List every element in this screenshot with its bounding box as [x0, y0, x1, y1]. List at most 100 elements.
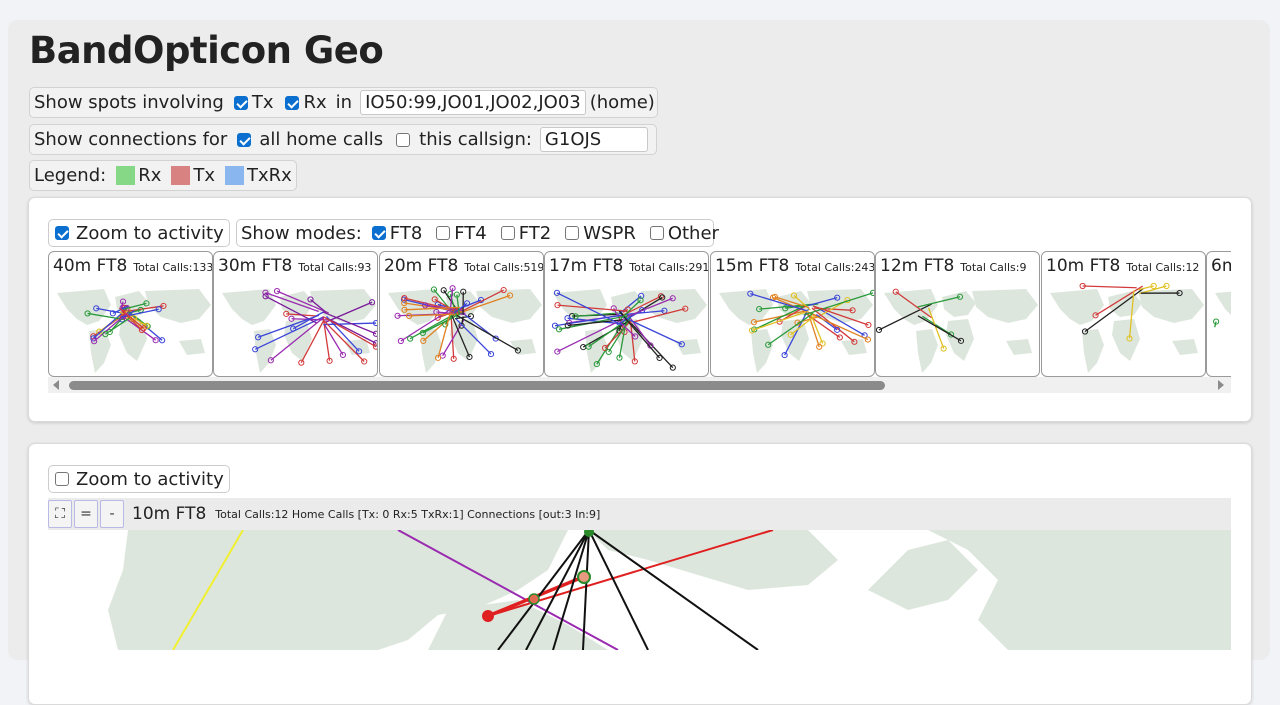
- band-thumb-10m[interactable]: 10m FT8Total Calls:12: [1041, 251, 1206, 377]
- band-overview-card: Zoom to activity Show modes: FT8 FT4 FT2…: [28, 197, 1252, 422]
- equals-icon: =: [80, 506, 92, 522]
- map-land: [1138, 289, 1204, 323]
- band-thumb-map: [545, 283, 709, 377]
- legend-label: Legend:: [34, 165, 106, 186]
- minus-icon: -: [109, 506, 114, 522]
- detail-map-toolbar: ⛶ = - 10m FT8 Total Calls:12 Home Calls …: [48, 498, 1231, 530]
- tx-checkbox[interactable]: [234, 96, 248, 110]
- band-thumb-map: [1042, 283, 1206, 377]
- station-marker[interactable]: [578, 571, 590, 583]
- map-land: [1006, 339, 1032, 355]
- fullscreen-button[interactable]: ⛶: [48, 500, 72, 528]
- band-thumb-title: 6m: [1211, 256, 1231, 276]
- map-land: [1082, 329, 1104, 373]
- legend-txrx-label: TxRx: [247, 165, 292, 186]
- band-thumb-title: 40m FT8: [53, 256, 127, 276]
- station-marker[interactable]: [529, 594, 539, 604]
- overview-zoom-toggle[interactable]: Zoom to activity: [48, 219, 230, 247]
- spots-filter-label: Show spots involving: [34, 92, 224, 113]
- map-land: [476, 289, 542, 323]
- thumbnail-scrollbar[interactable]: [48, 377, 1231, 393]
- scrollbar-thumb[interactable]: [69, 381, 885, 390]
- all-home-calls-checkbox[interactable]: [237, 133, 251, 147]
- band-thumbnail-strip[interactable]: 40m FT8 Total Calls:133 30m FT8Total Call…: [48, 251, 1231, 377]
- band-thumb-title: 15m FT8: [715, 256, 789, 276]
- scroll-left-icon[interactable]: [53, 380, 59, 390]
- band-thumb-title: 12m FT8: [880, 256, 954, 276]
- map-land: [972, 289, 1038, 323]
- band-thumb-calls: Total Calls:93: [298, 261, 371, 274]
- band-thumb-15m[interactable]: 15m FT8Total Calls:243: [710, 251, 875, 377]
- overview-zoom-checkbox[interactable]: [55, 226, 69, 240]
- band-thumb-20m[interactable]: 20m FT8 Total Calls:519: [379, 251, 544, 377]
- fullscreen-icon: ⛶: [55, 506, 65, 522]
- legend-tx-swatch: [171, 166, 190, 185]
- spot-marker: [340, 352, 345, 357]
- station-marker[interactable]: [482, 610, 494, 622]
- spot-marker: [160, 338, 165, 343]
- rx-checkbox[interactable]: [285, 96, 299, 110]
- equal-size-button[interactable]: =: [74, 500, 98, 528]
- band-thumb-calls: Total Calls:291: [629, 261, 709, 274]
- spot-marker: [398, 338, 403, 343]
- this-callsign-checkbox[interactable]: [396, 133, 410, 147]
- detail-zoom-checkbox[interactable]: [55, 472, 69, 486]
- mode-filter: Show modes: FT8 FT4 FT2 WSPR Other: [236, 219, 714, 247]
- mode-ft8-checkbox[interactable]: [372, 226, 386, 240]
- band-thumb-30m[interactable]: 30m FT8Total Calls:93: [213, 251, 378, 377]
- legend-tx-label: Tx: [193, 165, 215, 186]
- band-thumb-map: [1207, 283, 1231, 377]
- callsign-input[interactable]: G1OJS: [540, 127, 648, 152]
- band-thumb-17m[interactable]: 17m FT8 Total Calls:291: [544, 251, 709, 377]
- band-thumb-map: [876, 283, 1040, 377]
- detail-zoom-label: Zoom to activity: [76, 469, 224, 490]
- mode-ft4-checkbox[interactable]: [436, 226, 450, 240]
- band-thumb-title: 10m FT8: [1046, 256, 1120, 276]
- map-land: [1172, 339, 1198, 355]
- map-land: [751, 329, 773, 373]
- scroll-right-icon[interactable]: [1218, 380, 1224, 390]
- legend-rx-swatch: [116, 166, 135, 185]
- shrink-button[interactable]: -: [100, 500, 124, 528]
- mode-ft8-label: FT8: [390, 223, 422, 244]
- spot-marker: [876, 327, 881, 332]
- map-land: [916, 329, 938, 373]
- map-land: [1050, 289, 1104, 325]
- band-thumb-title: 17m FT8: [549, 256, 623, 276]
- band-thumb-map: [380, 283, 544, 377]
- mode-wspr-label: WSPR: [583, 223, 636, 244]
- detail-map[interactable]: [48, 530, 1231, 650]
- home-squares-input[interactable]: IO50:99,JO01,JO02,JO03: [360, 90, 586, 115]
- mode-wspr-checkbox[interactable]: [565, 226, 579, 240]
- map-land: [1112, 319, 1140, 361]
- all-home-calls-label: all home calls: [259, 129, 383, 150]
- band-thumb-calls: Total Calls:133: [133, 261, 213, 274]
- band-thumb-40m[interactable]: 40m FT8 Total Calls:133: [48, 251, 213, 377]
- page-title: BandOpticon Geo: [29, 29, 383, 72]
- detail-zoom-toggle[interactable]: Zoom to activity: [48, 465, 230, 493]
- spots-filter-row: Show spots involving Tx Rx in IO50:99,JO…: [29, 87, 658, 118]
- rx-label: Rx: [303, 92, 326, 113]
- mode-ft2-checkbox[interactable]: [501, 226, 515, 240]
- mode-other-checkbox[interactable]: [650, 226, 664, 240]
- detail-map-svg: [48, 530, 1231, 650]
- band-thumb-map: [214, 283, 378, 377]
- legend-rx-label: Rx: [138, 165, 161, 186]
- band-thumb-map: [711, 283, 875, 377]
- map-land: [57, 289, 111, 325]
- band-thumb-12m[interactable]: 12m FT8Total Calls:9: [875, 251, 1040, 377]
- mode-other-label: Other: [668, 223, 719, 244]
- detail-band-stats: Total Calls:12 Home Calls [Tx: 0 Rx:5 Tx…: [215, 508, 600, 521]
- spot-marker: [670, 365, 675, 370]
- home-suffix-label: (home): [590, 92, 655, 113]
- band-thumb-calls: Total Calls:519: [464, 261, 544, 274]
- spot-line: [1083, 286, 1137, 288]
- legend-row: Legend: Rx Tx TxRx: [29, 160, 297, 191]
- connections-filter-row: Show connections for all home calls this…: [29, 124, 657, 155]
- band-thumb-6m[interactable]: 6m: [1206, 251, 1231, 377]
- page-container: BandOpticon Geo Show spots involving Tx …: [8, 20, 1270, 660]
- spot-marker: [488, 351, 493, 356]
- overview-zoom-label: Zoom to activity: [76, 223, 224, 244]
- band-thumb-title: 20m FT8: [384, 256, 458, 276]
- mode-ft2-label: FT2: [519, 223, 551, 244]
